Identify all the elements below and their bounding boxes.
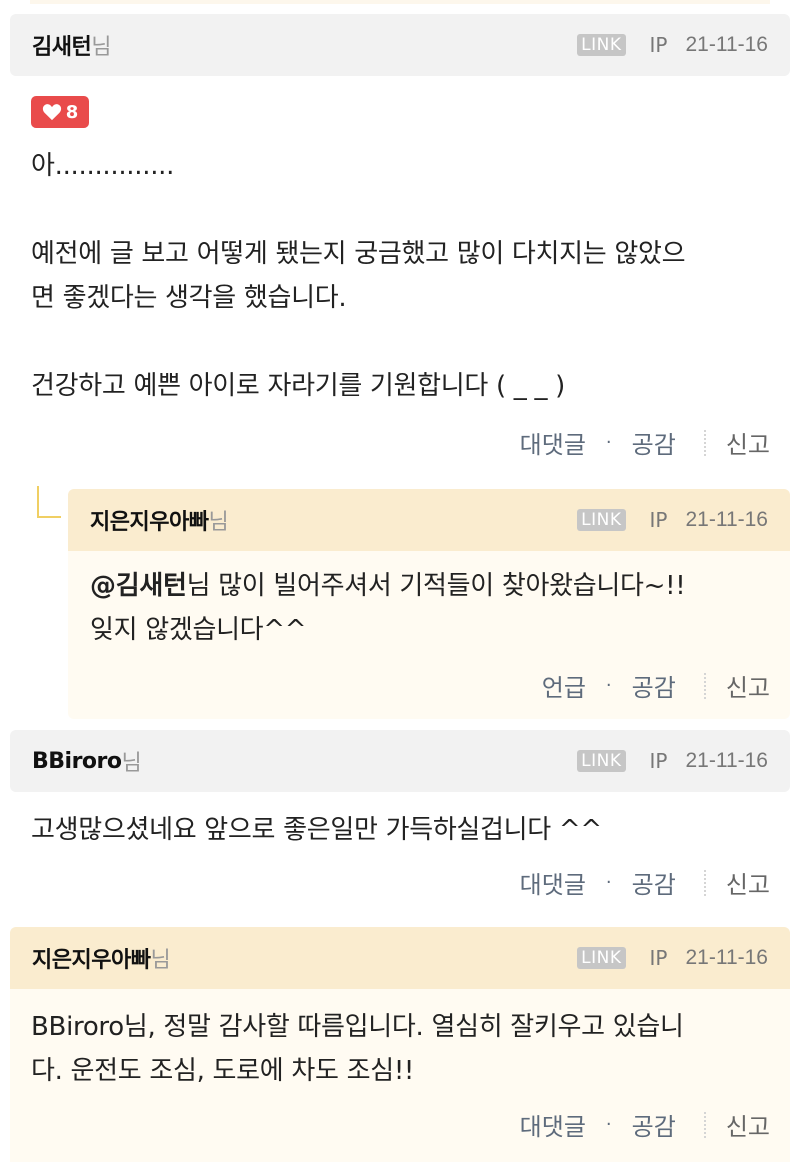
ip-label: IP [649, 946, 668, 970]
link-badge[interactable]: LINK [577, 509, 626, 531]
comment-header: BBiroro 님 LINK IP 21-11-16 [10, 730, 790, 792]
divider [703, 869, 706, 896]
divider [703, 429, 706, 456]
author-name[interactable]: 김새턴 [32, 29, 92, 61]
reply-button[interactable]: 대댓글 [520, 865, 586, 900]
like-count-badge: 8 [31, 96, 89, 128]
comment-date: 21-11-16 [685, 33, 768, 56]
comment-header: 지은지우아빠 님 LINK IP 21-11-16 [10, 927, 790, 989]
comment-meta: LINK IP 21-11-16 [577, 508, 768, 532]
comment-date: 21-11-16 [685, 946, 768, 969]
comment-header: 김새턴 님 LINK IP 21-11-16 [10, 14, 790, 76]
like-button[interactable]: 공감 [632, 865, 676, 900]
separator-dot: · [605, 872, 612, 893]
link-badge[interactable]: LINK [577, 34, 626, 56]
comment-body: BBiroro님, 정말 감사할 따름입니다. 열심히 잘키우고 있습니 다. … [31, 1012, 684, 1086]
like-button[interactable]: 공감 [632, 1107, 676, 1142]
ip-label: IP [649, 749, 668, 773]
comment-actions: 대댓글 · 공감 신고 [520, 865, 770, 900]
author-name[interactable]: 지은지우아빠 [32, 942, 151, 974]
mention-link[interactable]: @김새턴 [90, 571, 187, 601]
like-button[interactable]: 공감 [632, 425, 676, 460]
report-button[interactable]: 신고 [726, 865, 770, 900]
ip-label: IP [649, 508, 668, 532]
separator-dot: · [605, 675, 612, 696]
comment-meta: LINK IP 21-11-16 [577, 946, 768, 970]
report-button[interactable]: 신고 [726, 425, 770, 460]
comment-actions: 언급 · 공감 신고 [542, 668, 770, 703]
reply-button[interactable]: 대댓글 [520, 425, 586, 460]
author-suffix: 님 [121, 751, 142, 776]
comment-actions: 대댓글 · 공감 신고 [520, 425, 770, 460]
reply-header: 지은지우아빠 님 LINK IP 21-11-16 [68, 489, 790, 551]
author-suffix: 님 [208, 510, 229, 535]
author-suffix: 님 [91, 35, 112, 60]
divider [703, 1111, 706, 1138]
report-button[interactable]: 신고 [726, 668, 770, 703]
reply-connector [37, 486, 61, 518]
author-suffix: 님 [150, 948, 171, 973]
comment-body: 아............... 예전에 글 보고 어떻게 됐는지 궁금했고 많… [31, 151, 686, 401]
heart-icon [42, 104, 61, 121]
like-button[interactable]: 공감 [632, 668, 676, 703]
separator-dot: · [605, 1114, 612, 1135]
comment-date: 21-11-16 [685, 508, 768, 531]
comment-actions: 대댓글 · 공감 신고 [520, 1107, 770, 1142]
comment-meta: LINK IP 21-11-16 [577, 33, 768, 57]
comment-body: @김새턴님 많이 빌어주셔서 기적들이 찾아왔습니다~!! 잊지 않겠습니다^^ [90, 564, 780, 652]
separator-dot: · [605, 432, 612, 453]
comment-body: 고생많으셨네요 앞으로 좋은일만 가득하실겁니다 ^^ [31, 815, 602, 845]
comment-meta: LINK IP 21-11-16 [577, 749, 768, 773]
like-count: 8 [65, 101, 79, 123]
link-badge[interactable]: LINK [577, 947, 626, 969]
ip-label: IP [649, 33, 668, 57]
reply-button[interactable]: 대댓글 [520, 1107, 586, 1142]
comment-date: 21-11-16 [685, 749, 768, 772]
author-name[interactable]: BBiroro [32, 749, 122, 774]
link-badge[interactable]: LINK [577, 750, 626, 772]
mention-button[interactable]: 언급 [542, 668, 586, 703]
previous-comment-edge [30, 0, 770, 4]
report-button[interactable]: 신고 [726, 1107, 770, 1142]
divider [703, 672, 706, 699]
author-name[interactable]: 지은지우아빠 [90, 504, 209, 536]
